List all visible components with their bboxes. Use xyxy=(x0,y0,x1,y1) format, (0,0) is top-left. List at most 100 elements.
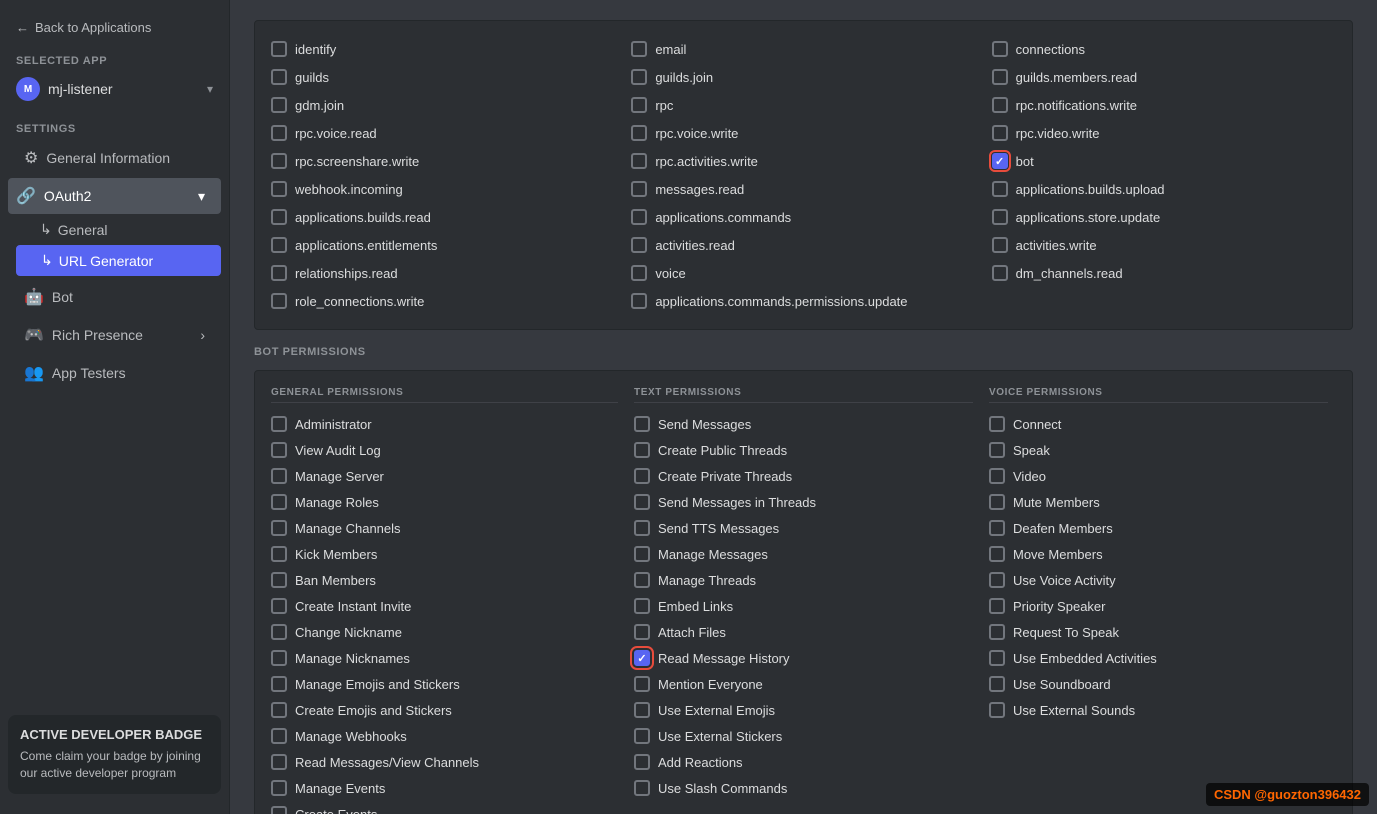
sidebar-item-general-information[interactable]: ⚙ General Information xyxy=(8,140,221,176)
perm-checkbox-speak[interactable] xyxy=(989,442,1005,458)
scope-checkbox-email[interactable] xyxy=(631,41,647,57)
perm-checkbox-manage-webhooks[interactable] xyxy=(271,728,287,744)
scope-label: dm_channels.read xyxy=(1016,266,1123,281)
scope-checkbox-applications-entitlements[interactable] xyxy=(271,237,287,253)
perm-label: Priority Speaker xyxy=(1013,599,1105,614)
perm-checkbox-use-external-stickers[interactable] xyxy=(634,728,650,744)
perm-checkbox-change-nickname[interactable] xyxy=(271,624,287,640)
perm-checkbox-priority-speaker[interactable] xyxy=(989,598,1005,614)
scope-checkbox-connections[interactable] xyxy=(992,41,1008,57)
scope-checkbox-activities-write[interactable] xyxy=(992,237,1008,253)
sidebar-item-bot[interactable]: 🤖 Bot xyxy=(8,279,221,315)
scope-checkbox-bot[interactable] xyxy=(992,153,1008,169)
scope-checkbox-applications-commands[interactable] xyxy=(631,209,647,225)
perm-label: Manage Channels xyxy=(295,521,401,536)
chevron-right-icon: › xyxy=(200,327,205,343)
perm-checkbox-ban-members[interactable] xyxy=(271,572,287,588)
scope-checkbox-rpc-voice-write[interactable] xyxy=(631,125,647,141)
general-permissions-title: GENERAL PERMISSIONS xyxy=(271,387,618,403)
scope-checkbox-applications-store-update[interactable] xyxy=(992,209,1008,225)
sidebar-item-general-sub[interactable]: ↳ General xyxy=(16,215,221,244)
perm-checkbox-view-audit-log[interactable] xyxy=(271,442,287,458)
chevron-down-icon: ▾ xyxy=(207,82,213,96)
perm-checkbox-use-soundboard[interactable] xyxy=(989,676,1005,692)
perm-checkbox-use-external-emojis[interactable] xyxy=(634,702,650,718)
perm-checkbox-use-slash-commands[interactable] xyxy=(634,780,650,796)
perm-checkbox-administrator[interactable] xyxy=(271,416,287,432)
perm-item: Use Voice Activity xyxy=(989,567,1328,593)
perm-checkbox-attach-files[interactable] xyxy=(634,624,650,640)
perm-label: Speak xyxy=(1013,443,1050,458)
scope-checkbox-dm-channels-read[interactable] xyxy=(992,265,1008,281)
scope-checkbox-voice[interactable] xyxy=(631,265,647,281)
sidebar-item-url-generator[interactable]: ↳ URL Generator xyxy=(16,245,221,276)
perm-checkbox-request-to-speak[interactable] xyxy=(989,624,1005,640)
scope-checkbox-rpc-activities-write[interactable] xyxy=(631,153,647,169)
scope-item: connections xyxy=(992,37,1336,61)
perm-checkbox-read-message-history[interactable] xyxy=(634,650,650,666)
scope-checkbox-role-connections-write[interactable] xyxy=(271,293,287,309)
perm-checkbox-connect[interactable] xyxy=(989,416,1005,432)
scope-checkbox-guilds[interactable] xyxy=(271,69,287,85)
back-to-applications-link[interactable]: ← Back to Applications xyxy=(0,12,229,43)
perm-label: Create Emojis and Stickers xyxy=(295,703,452,718)
perm-checkbox-send-messages-in-threads[interactable] xyxy=(634,494,650,510)
scope-item: activities.write xyxy=(992,233,1336,257)
perm-item: Move Members xyxy=(989,541,1328,567)
perm-checkbox-manage-channels[interactable] xyxy=(271,520,287,536)
scope-checkbox-gdm-join[interactable] xyxy=(271,97,287,113)
perm-checkbox-use-embedded-activities[interactable] xyxy=(989,650,1005,666)
perm-label: Create Private Threads xyxy=(658,469,792,484)
perm-checkbox-create-events[interactable] xyxy=(271,806,287,814)
perm-checkbox-manage-emojis-stickers[interactable] xyxy=(271,676,287,692)
perm-checkbox-create-public-threads[interactable] xyxy=(634,442,650,458)
sidebar-item-oauth2[interactable]: 🔗 OAuth2 ▾ xyxy=(8,178,221,214)
scope-checkbox-guilds-join[interactable] xyxy=(631,69,647,85)
perm-checkbox-kick-members[interactable] xyxy=(271,546,287,562)
app-selector[interactable]: M mj-listener ▾ xyxy=(0,71,229,107)
scope-checkbox-webhook-incoming[interactable] xyxy=(271,181,287,197)
perm-checkbox-manage-server[interactable] xyxy=(271,468,287,484)
scope-checkbox-messages-read[interactable] xyxy=(631,181,647,197)
perm-label: Add Reactions xyxy=(658,755,743,770)
scope-checkbox-relationships-read[interactable] xyxy=(271,265,287,281)
scope-checkbox-rpc-video-write[interactable] xyxy=(992,125,1008,141)
perm-checkbox-add-reactions[interactable] xyxy=(634,754,650,770)
sidebar-item-app-testers[interactable]: 👥 App Testers xyxy=(8,355,221,391)
scope-checkbox-applications-builds-read[interactable] xyxy=(271,209,287,225)
perm-checkbox-deafen-members[interactable] xyxy=(989,520,1005,536)
perm-checkbox-video[interactable] xyxy=(989,468,1005,484)
perm-checkbox-create-emojis-stickers[interactable] xyxy=(271,702,287,718)
perm-checkbox-use-external-sounds[interactable] xyxy=(989,702,1005,718)
scope-checkbox-guilds-members-read[interactable] xyxy=(992,69,1008,85)
perm-checkbox-send-messages[interactable] xyxy=(634,416,650,432)
scope-checkbox-rpc-screenshare-write[interactable] xyxy=(271,153,287,169)
perm-checkbox-create-private-threads[interactable] xyxy=(634,468,650,484)
scope-checkbox-rpc-voice-read[interactable] xyxy=(271,125,287,141)
scope-checkbox-applications-builds-upload[interactable] xyxy=(992,181,1008,197)
scope-checkbox-applications-commands-permissions-update[interactable] xyxy=(631,293,647,309)
perm-checkbox-embed-links[interactable] xyxy=(634,598,650,614)
sidebar-item-rich-presence[interactable]: 🎮 Rich Presence › xyxy=(8,317,221,353)
perm-checkbox-manage-messages[interactable] xyxy=(634,546,650,562)
perm-checkbox-create-instant-invite[interactable] xyxy=(271,598,287,614)
perm-checkbox-mute-members[interactable] xyxy=(989,494,1005,510)
perm-checkbox-read-messages-view-channels[interactable] xyxy=(271,754,287,770)
scope-label: guilds.join xyxy=(655,70,713,85)
perm-checkbox-send-tts-messages[interactable] xyxy=(634,520,650,536)
scope-label: applications.builds.read xyxy=(295,210,431,225)
scope-checkbox-rpc[interactable] xyxy=(631,97,647,113)
scope-checkbox-rpc-notifications-write[interactable] xyxy=(992,97,1008,113)
perm-checkbox-manage-nicknames[interactable] xyxy=(271,650,287,666)
perm-checkbox-move-members[interactable] xyxy=(989,546,1005,562)
sidebar-item-label: Bot xyxy=(52,289,73,305)
scope-checkbox-identify[interactable] xyxy=(271,41,287,57)
app-name: mj-listener xyxy=(48,81,199,97)
perm-checkbox-manage-roles[interactable] xyxy=(271,494,287,510)
scope-checkbox-activities-read[interactable] xyxy=(631,237,647,253)
perm-checkbox-use-voice-activity[interactable] xyxy=(989,572,1005,588)
perm-item: Request To Speak xyxy=(989,619,1328,645)
perm-checkbox-mention-everyone[interactable] xyxy=(634,676,650,692)
perm-checkbox-manage-threads[interactable] xyxy=(634,572,650,588)
perm-checkbox-manage-events[interactable] xyxy=(271,780,287,796)
